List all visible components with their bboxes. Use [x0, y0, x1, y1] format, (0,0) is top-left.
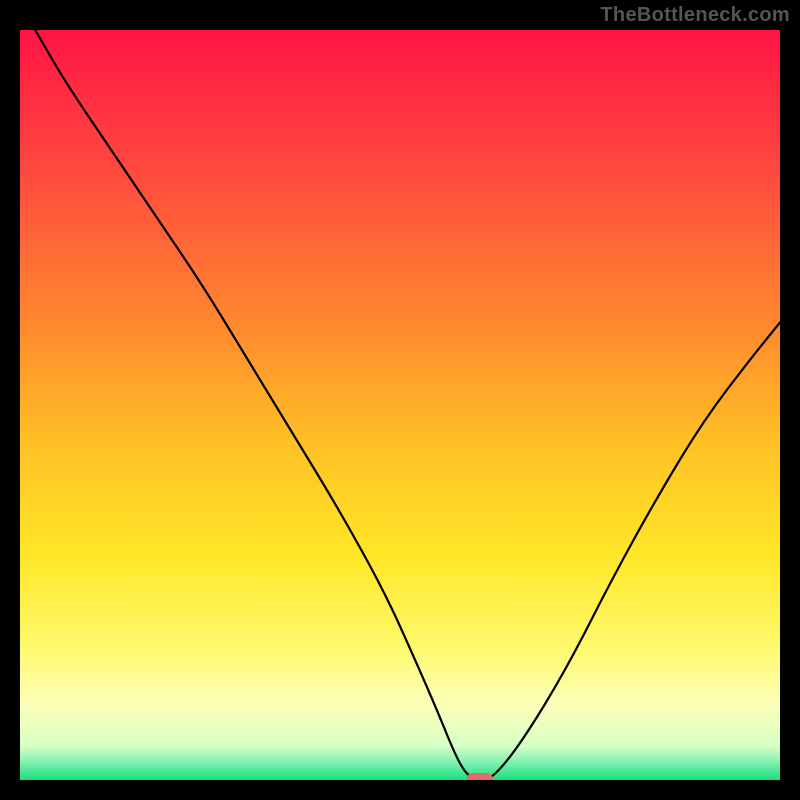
plot-svg [20, 30, 780, 780]
chart-frame: TheBottleneck.com [0, 0, 800, 800]
optimal-marker [467, 773, 493, 780]
gradient-background [20, 30, 780, 780]
watermark-text: TheBottleneck.com [600, 4, 790, 27]
bottleneck-plot [20, 30, 780, 780]
